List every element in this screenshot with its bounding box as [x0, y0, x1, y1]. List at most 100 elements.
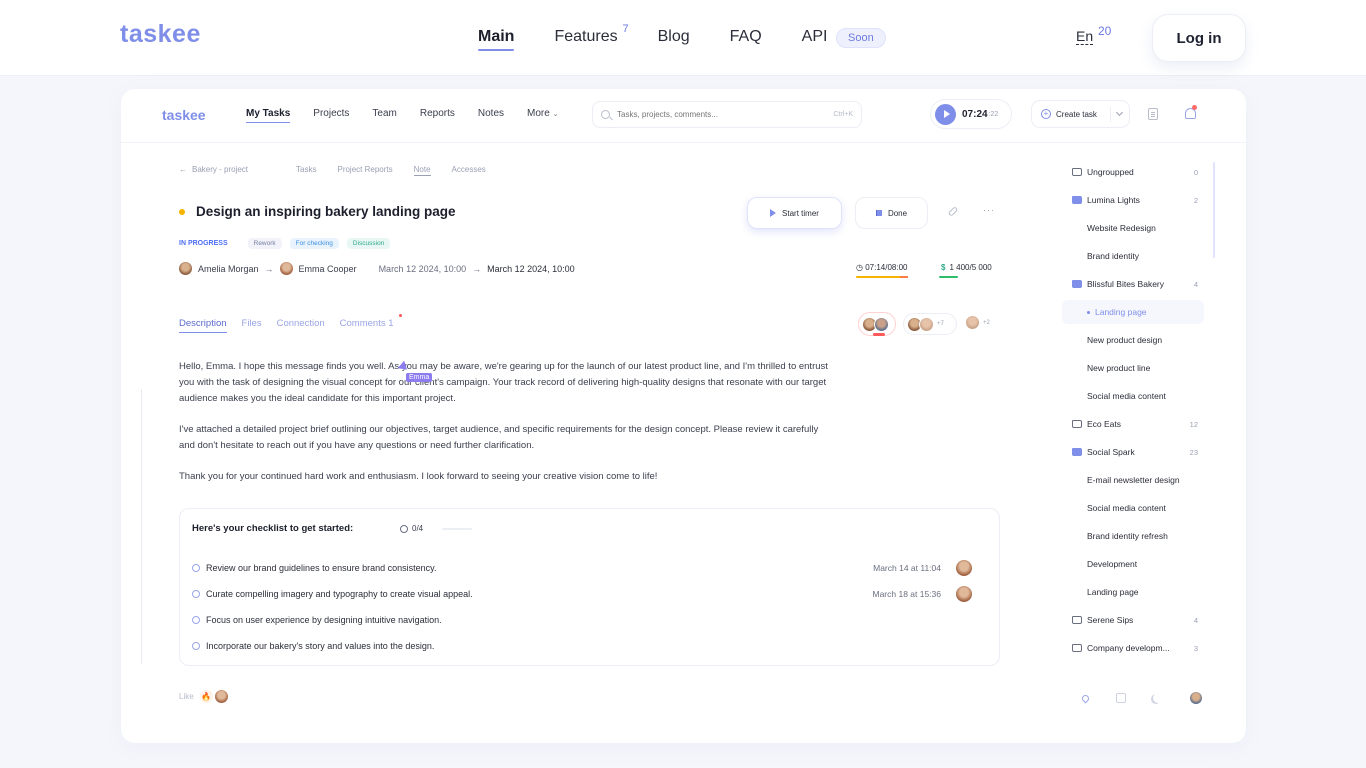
nav-api[interactable]: API — [802, 28, 828, 46]
sidebar-item-label: Eco Eats — [1087, 419, 1122, 429]
arrow-right-icon: → — [264, 263, 274, 274]
tab-note[interactable]: Note — [413, 165, 431, 176]
avatar-group-team[interactable]: +7 — [903, 313, 957, 335]
language-selector[interactable]: En — [1076, 29, 1094, 45]
content-scrollbar[interactable] — [141, 389, 142, 664]
nav-blog[interactable]: Blog — [658, 28, 690, 46]
app-nav-notes[interactable]: Notes — [478, 108, 504, 119]
sidebar-folder-lumina-lights[interactable]: Lumina Lights 2 — [1062, 188, 1204, 212]
checklist-item: Incorporate our bakery's story and value… — [192, 633, 987, 659]
plus-icon: + — [1041, 109, 1051, 119]
tab-comments[interactable]: Comments 1 — [339, 314, 402, 329]
back-to-project-link[interactable]: ← Bakery - project — [179, 165, 248, 176]
priority-dot — [179, 209, 185, 215]
sidebar-item-brand-identity-refresh[interactable]: Brand identity refresh — [1062, 524, 1204, 548]
avatar — [956, 586, 972, 602]
sidebar-item-label: Blissful Bites Bakery — [1087, 279, 1164, 289]
assignee-name: Emma Cooper — [298, 263, 357, 274]
sidebar-folder-ungroupped[interactable]: Ungroupped 0 — [1062, 160, 1204, 184]
checklist-item: Focus on user experience by designing in… — [192, 607, 987, 633]
done-button[interactable]: Done — [855, 197, 928, 229]
status-badge[interactable]: IN PROGRESS — [179, 240, 228, 247]
sidebar-item-new-product-line[interactable]: New product line — [1062, 356, 1204, 380]
budget: $1 400/5 000 — [941, 263, 992, 272]
moon-icon[interactable] — [1153, 693, 1163, 703]
avatar — [956, 560, 972, 576]
sidebar-item-count: 3 — [1193, 643, 1198, 653]
checklist-item-text: Curate compelling imagery and typography… — [206, 589, 473, 599]
user-avatar[interactable] — [1190, 692, 1202, 704]
app-nav-reports[interactable]: Reports — [420, 108, 455, 119]
fire-reaction-icon[interactable]: 🔥 — [199, 690, 213, 703]
folder-icon — [1072, 420, 1082, 428]
sidebar-item-new-product-design[interactable]: New product design — [1062, 328, 1204, 352]
sidebar-scrollbar[interactable] — [1213, 162, 1215, 258]
app-logo[interactable]: taskee — [162, 107, 206, 123]
nav-main[interactable]: Main — [478, 28, 515, 51]
link-icon[interactable] — [947, 206, 959, 217]
progress-icon — [400, 524, 408, 533]
chevron-down-icon[interactable] — [1115, 108, 1124, 117]
nav-features[interactable]: Features 7 — [554, 23, 628, 46]
app-nav-projects[interactable]: Projects — [313, 108, 349, 119]
search-box[interactable]: Ctrl+K — [592, 101, 862, 128]
sidebar-item-label: Lumina Lights — [1087, 195, 1140, 205]
done-label: Done — [887, 208, 908, 218]
sidebar-item-brand-identity[interactable]: Brand identity — [1062, 244, 1204, 268]
sidebar-folder-blissful-bites-bakery[interactable]: Blissful Bites Bakery 4 — [1062, 272, 1204, 296]
tab-files[interactable]: Files — [242, 318, 262, 329]
nav-faq[interactable]: FAQ — [730, 28, 762, 46]
timer-widget[interactable]: 07:24 :22 — [930, 99, 1012, 129]
sidebar-item-development[interactable]: Development — [1062, 552, 1204, 576]
tab-tasks[interactable]: Tasks — [296, 165, 316, 176]
checkbox[interactable] — [192, 590, 200, 598]
archive-icon[interactable] — [1116, 693, 1126, 703]
tab-connection[interactable]: Connection — [277, 318, 325, 329]
avatar — [874, 316, 889, 332]
document-icon[interactable] — [1148, 108, 1158, 120]
start-date: March 12 2024, 10:00 — [378, 263, 467, 274]
tag-for-checking[interactable]: For checking — [289, 238, 339, 249]
like-button[interactable]: Like — [179, 692, 194, 701]
checkbox[interactable] — [192, 616, 200, 624]
sidebar-item-social-media-content[interactable]: Social media content — [1062, 496, 1204, 520]
sidebar-item-count: 12 — [1189, 419, 1198, 429]
tab-comments-label: Comments 1 — [339, 318, 394, 329]
pin-icon[interactable] — [1080, 693, 1091, 703]
start-timer-button[interactable]: Start timer — [747, 197, 842, 229]
sidebar-item-website-redesign[interactable]: Website Redesign — [1062, 216, 1204, 240]
search-input[interactable] — [617, 110, 834, 119]
sidebar-item-social-media-content[interactable]: Social media content — [1062, 384, 1204, 408]
checkbox[interactable] — [192, 642, 200, 650]
task-description[interactable]: Hello, Emma. I hope this message finds y… — [179, 359, 829, 500]
sidebar-folder-serene-sips[interactable]: Serene Sips 4 — [1062, 608, 1204, 632]
sidebar-folder-social-spark[interactable]: Social Spark 23 — [1062, 440, 1204, 464]
tab-description[interactable]: Description — [179, 318, 227, 333]
app-nav-more[interactable]: More ⌄ — [527, 108, 558, 119]
tab-accesses[interactable]: Accesses — [452, 165, 486, 176]
login-button[interactable]: Log in — [1152, 14, 1246, 62]
tag-discussion[interactable]: Discussion — [346, 238, 391, 249]
avatar-group-viewers[interactable]: +2 — [965, 315, 990, 330]
sidebar-item-email-newsletter-design[interactable]: E-mail newsletter design — [1062, 468, 1204, 492]
tab-project-reports[interactable]: Project Reports — [337, 165, 392, 176]
app-topbar: taskee My Tasks Projects Team Reports No… — [121, 89, 1246, 143]
sidebar-folder-eco-eats[interactable]: Eco Eats 12 — [1062, 412, 1204, 436]
sidebar-item-label: Social Spark — [1087, 447, 1135, 457]
tag-rework[interactable]: Rework — [247, 238, 282, 249]
create-task-button[interactable]: + Create task — [1031, 100, 1130, 128]
folder-icon — [1072, 196, 1082, 204]
app-nav-team[interactable]: Team — [372, 108, 396, 119]
more-options-icon[interactable]: ··· — [983, 205, 995, 215]
play-icon[interactable] — [935, 103, 956, 125]
timer-seconds: :22 — [988, 110, 999, 118]
checkbox[interactable] — [192, 564, 200, 572]
sidebar-item-label: Company developm... — [1087, 643, 1170, 653]
app-nav-my-tasks[interactable]: My Tasks — [246, 108, 291, 123]
sidebar-item-landing-page-selected[interactable]: Landing page — [1062, 300, 1204, 324]
site-logo[interactable]: taskee — [120, 20, 201, 49]
sidebar-item-landing-page[interactable]: Landing page — [1062, 580, 1204, 604]
app-nav-more-label: More — [527, 108, 550, 119]
description-paragraph: Hello, Emma. I hope this message finds y… — [179, 361, 828, 404]
sidebar-folder-company-development[interactable]: Company developm... 3 — [1062, 636, 1204, 660]
